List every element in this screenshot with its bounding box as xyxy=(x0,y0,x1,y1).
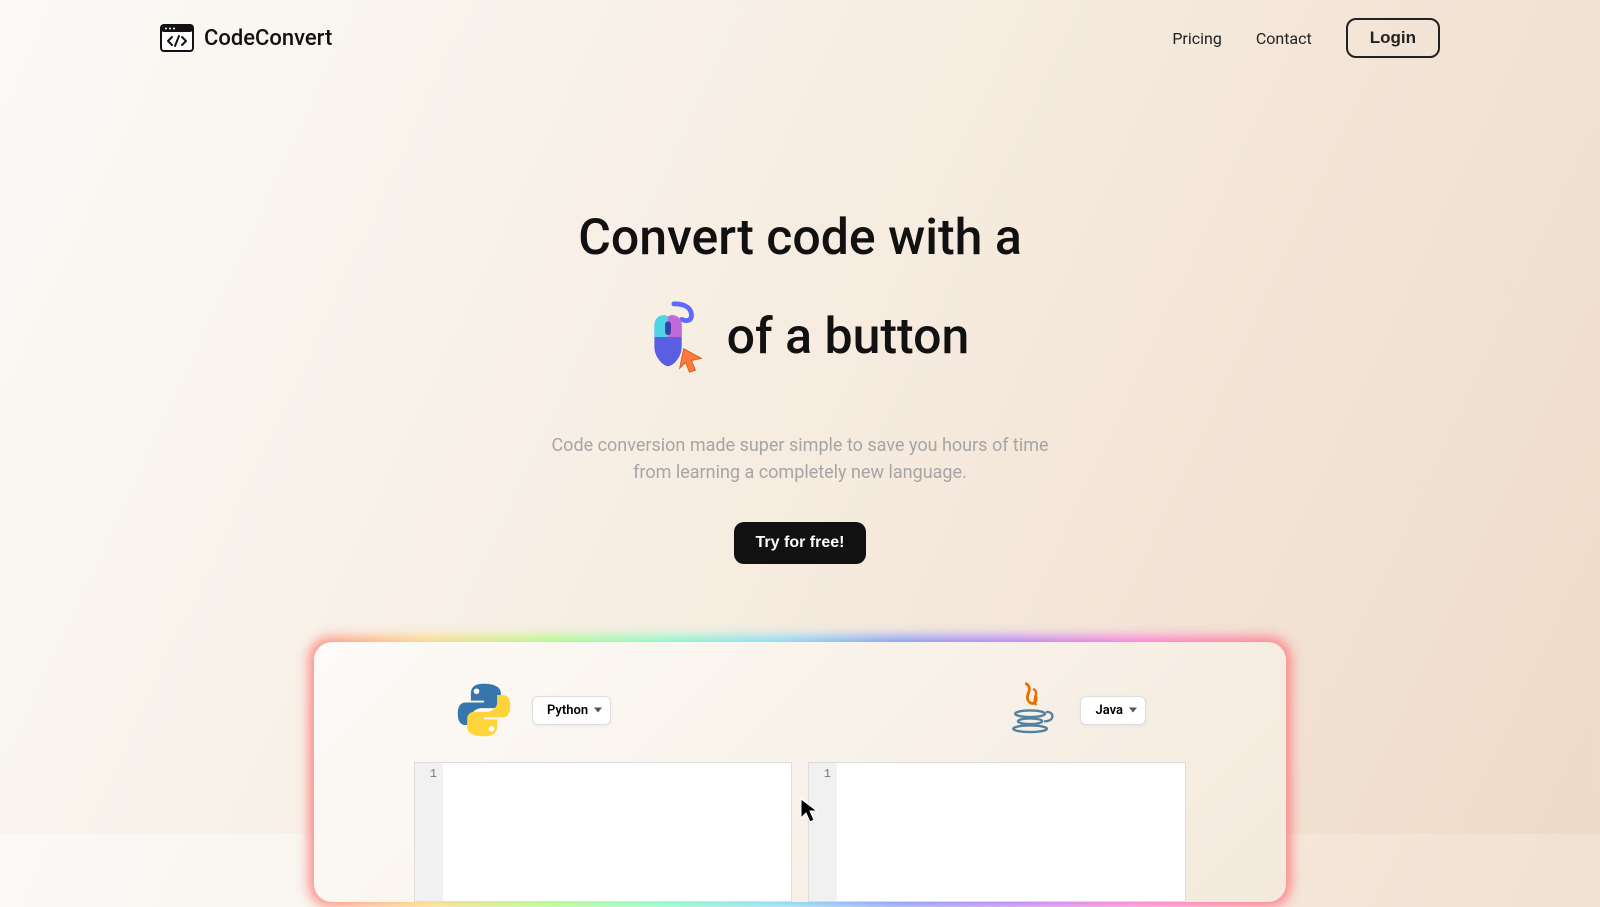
target-language-group: Java xyxy=(1002,680,1146,740)
try-free-button[interactable]: Try for free! xyxy=(734,522,867,564)
brand[interactable]: CodeConvert xyxy=(160,24,332,52)
source-editor[interactable]: 1 xyxy=(414,762,792,902)
brand-name: CodeConvert xyxy=(204,26,332,51)
source-language-group: Python xyxy=(454,680,611,740)
hero-title-line2: of a button xyxy=(0,298,1600,376)
code-window-icon xyxy=(160,24,194,52)
target-line-number: 1 xyxy=(809,767,831,781)
hero: Convert code with a of a button Code con… xyxy=(0,208,1600,564)
source-editor-gutter: 1 xyxy=(415,763,443,901)
nav-contact[interactable]: Contact xyxy=(1256,29,1312,48)
java-icon xyxy=(1002,680,1062,740)
source-language-value: Python xyxy=(547,703,588,718)
header: CodeConvert Pricing Contact Login xyxy=(0,0,1600,58)
hero-title-line1: Convert code with a xyxy=(0,208,1600,268)
editors-row: 1 1 xyxy=(414,762,1186,902)
login-button[interactable]: Login xyxy=(1346,18,1440,58)
nav: Pricing Contact Login xyxy=(1172,18,1440,58)
target-editor-gutter: 1 xyxy=(809,763,837,901)
target-language-select[interactable]: Java xyxy=(1080,696,1146,725)
source-line-number: 1 xyxy=(415,767,437,781)
target-language-value: Java xyxy=(1095,703,1123,718)
language-row: Python Java xyxy=(414,680,1186,740)
target-editor[interactable]: 1 xyxy=(808,762,1186,902)
hero-subtitle-line2: from learning a completely new language. xyxy=(0,459,1600,486)
mouse-click-icon xyxy=(631,298,709,376)
source-editor-body[interactable] xyxy=(443,763,791,901)
python-icon xyxy=(454,680,514,740)
demo-panel: Python Java xyxy=(314,642,1286,902)
hero-title-suffix: of a button xyxy=(727,307,970,367)
hero-subtitle: Code conversion made super simple to sav… xyxy=(0,432,1600,486)
hero-subtitle-line1: Code conversion made super simple to sav… xyxy=(0,432,1600,459)
nav-pricing[interactable]: Pricing xyxy=(1172,29,1222,48)
source-language-select[interactable]: Python xyxy=(532,696,611,725)
target-editor-body[interactable] xyxy=(837,763,1185,901)
demo-card: Python Java xyxy=(314,642,1286,902)
